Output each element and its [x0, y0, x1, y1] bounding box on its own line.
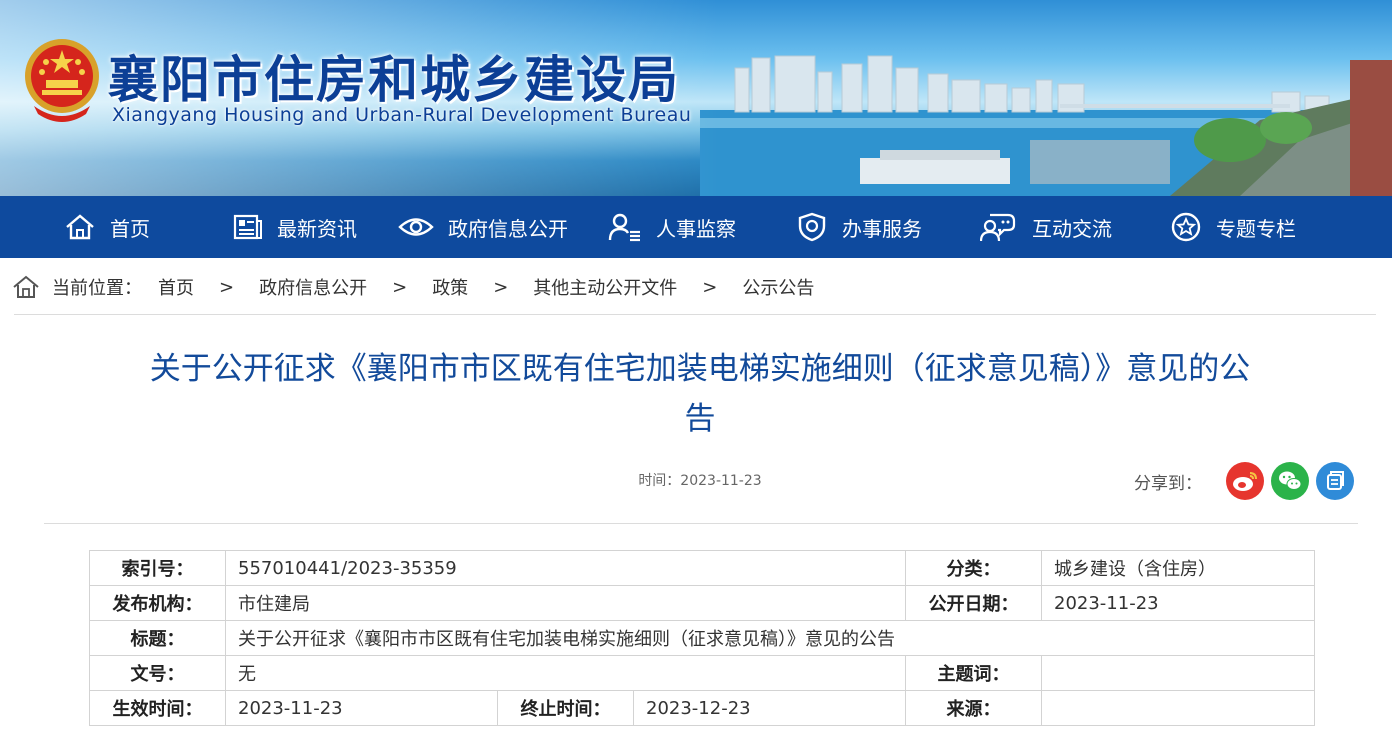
nav-label: 专题专栏 [1216, 216, 1296, 241]
chat-people-icon [980, 213, 1016, 242]
article-title-line: 告 [684, 401, 716, 437]
nav-item-gov-info[interactable]: 政府信息公开 [398, 196, 568, 258]
share-label: 分享到： [1134, 474, 1202, 494]
breadcrumb-separator: > [493, 276, 509, 298]
doc-no-value: 无 [225, 655, 906, 691]
wechat-icon [1271, 462, 1309, 500]
breadcrumb-item-policy[interactable]: 政策 [432, 274, 468, 300]
end-label: 终止时间： [497, 690, 634, 726]
table-row: 文号： 无 主题词： [89, 655, 1315, 691]
article-title-line: 关于公开征求《襄阳市市区既有住宅加装电梯实施细则（征求意见稿）》意见的公 [149, 351, 1251, 387]
source-label: 来源： [905, 690, 1042, 726]
table-row: 生效时间： 2023-11-23 终止时间： 2023-12-23 来源： [89, 690, 1315, 726]
keywords-label: 主题词： [905, 655, 1042, 691]
share-qzone-button[interactable] [1316, 462, 1354, 500]
weibo-icon [1226, 462, 1264, 500]
site-subtitle: Xiangyang Housing and Urban-Rural Develo… [112, 104, 692, 126]
divider [14, 314, 1376, 315]
keywords-value [1041, 655, 1315, 691]
breadcrumb-item-gov-info[interactable]: 政府信息公开 [259, 274, 367, 300]
breadcrumb-item-notices[interactable]: 公示公告 [742, 274, 814, 300]
home-icon [13, 275, 39, 298]
nav-label: 首页 [110, 216, 150, 241]
breadcrumb-prefix: 当前位置： [52, 278, 142, 299]
nav-item-topics[interactable]: 专题专栏 [1170, 196, 1296, 258]
effective-label: 生效时间： [89, 690, 226, 726]
index-no-value: 557010441/2023-35359 [225, 550, 906, 586]
divider [44, 523, 1358, 524]
national-emblem-icon [25, 39, 99, 122]
pub-date-label: 公开日期： [905, 585, 1042, 621]
document-info-table: 索引号： 557010441/2023-35359 分类： 城乡建设（含住房） … [89, 550, 1315, 726]
nav-label: 互动交流 [1032, 216, 1112, 241]
breadcrumb-separator: > [702, 276, 718, 298]
site-title: 襄阳市住房和城乡建设局 [108, 51, 680, 109]
publish-time: 时间：2023-11-23 [638, 473, 762, 489]
publisher-label: 发布机构： [89, 585, 226, 621]
end-value: 2023-12-23 [633, 690, 906, 726]
index-no-label: 索引号： [89, 550, 226, 586]
news-icon [233, 214, 262, 240]
nav-label: 最新资讯 [277, 216, 357, 241]
source-value [1041, 690, 1315, 726]
share-wechat-button[interactable] [1271, 462, 1309, 500]
nav-label: 办事服务 [842, 216, 922, 241]
breadcrumb-separator: > [219, 276, 235, 298]
article-title: 关于公开征求《襄阳市市区既有住宅加装电梯实施细则（征求意见稿）》意见的公 告 [100, 344, 1300, 444]
category-value: 城乡建设（含住房） [1041, 550, 1315, 586]
table-row: 发布机构： 市住建局 公开日期： 2023-11-23 [89, 585, 1315, 621]
breadcrumb-separator: > [392, 276, 408, 298]
title-value: 关于公开征求《襄阳市市区既有住宅加装电梯实施细则（征求意见稿）》意见的公告 [225, 620, 1315, 656]
title-label: 标题： [89, 620, 226, 656]
nav-item-services[interactable]: 办事服务 [796, 196, 922, 258]
home-icon [66, 214, 94, 240]
nav-item-home[interactable]: 首页 [64, 196, 150, 258]
effective-value: 2023-11-23 [225, 690, 498, 726]
nav-label: 人事监察 [656, 216, 736, 241]
breadcrumb-item-home[interactable]: 首页 [158, 274, 194, 300]
share-weibo-button[interactable] [1226, 462, 1264, 500]
doc-no-label: 文号： [89, 655, 226, 691]
person-list-icon [608, 213, 640, 242]
category-label: 分类： [905, 550, 1042, 586]
breadcrumb-item-other-files[interactable]: 其他主动公开文件 [533, 274, 677, 300]
nav-item-news[interactable]: 最新资讯 [233, 196, 357, 258]
pub-date-value: 2023-11-23 [1041, 585, 1315, 621]
eye-icon [398, 218, 434, 236]
table-row: 标题： 关于公开征求《襄阳市市区既有住宅加装电梯实施细则（征求意见稿）》意见的公… [89, 620, 1315, 656]
shield-icon [798, 212, 826, 242]
header-banner: 襄阳市住房和城乡建设局 Xiangyang Housing and Urban-… [0, 0, 1392, 196]
main-nav: 首页 最新资讯 政府信息公开 人事监察 办事服务 互动交流 专题专栏 [0, 196, 1392, 258]
star-badge-icon [1171, 212, 1201, 242]
breadcrumb: 当前位置： 首页 > 政府信息公开 > 政策 > 其他主动公开文件 > 公示公告 [12, 270, 814, 304]
nav-item-interaction[interactable]: 互动交流 [980, 196, 1112, 258]
qzone-icon [1316, 462, 1354, 500]
table-row: 索引号： 557010441/2023-35359 分类： 城乡建设（含住房） [89, 550, 1315, 586]
nav-item-personnel[interactable]: 人事监察 [608, 196, 736, 258]
publisher-value: 市住建局 [225, 585, 906, 621]
nav-label: 政府信息公开 [448, 216, 568, 241]
